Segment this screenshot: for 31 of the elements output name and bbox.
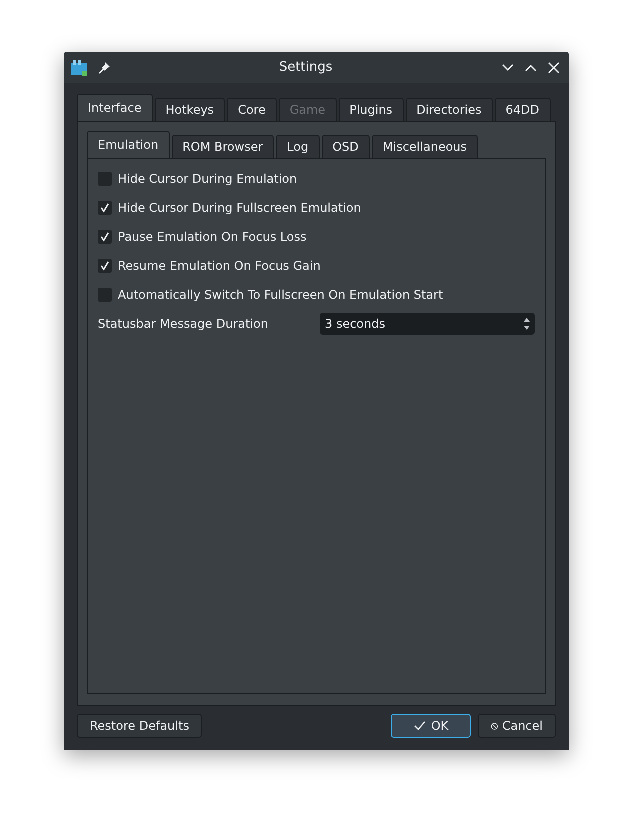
tab[interactable]: Core bbox=[227, 98, 277, 121]
window-title: Settings bbox=[278, 60, 334, 75]
checkbox-label: Pause Emulation On Focus Loss bbox=[118, 230, 307, 244]
app-icon bbox=[70, 58, 88, 76]
field-label: Statusbar Message Duration bbox=[98, 317, 270, 331]
ok-button[interactable]: OK bbox=[391, 714, 471, 738]
tab[interactable]: OSD bbox=[322, 135, 370, 158]
spin-box[interactable]: 3 seconds bbox=[320, 313, 535, 335]
tab[interactable]: 64DD bbox=[494, 98, 550, 121]
tab[interactable]: ROM Browser bbox=[172, 135, 274, 158]
restore-defaults-button[interactable]: Restore Defaults bbox=[77, 714, 202, 738]
checkbox-label: Resume Emulation On Focus Gain bbox=[118, 259, 321, 273]
tab[interactable]: Miscellaneous bbox=[372, 135, 478, 158]
tab[interactable]: Log bbox=[276, 135, 320, 158]
checkbox[interactable] bbox=[98, 259, 112, 273]
checkbox-label: Automatically Switch To Fullscreen On Emulation Start bbox=[118, 288, 444, 302]
checkbox-label: Hide Cursor During Fullscreen Emulation bbox=[118, 201, 362, 215]
checkbox[interactable] bbox=[98, 288, 112, 302]
tab[interactable]: Emulation bbox=[87, 131, 170, 158]
check-icon bbox=[413, 720, 428, 732]
cancel-button[interactable]: Cancel bbox=[478, 714, 556, 738]
tab[interactable]: Hotkeys bbox=[154, 98, 226, 121]
checkbox[interactable] bbox=[98, 230, 112, 244]
pin-icon[interactable] bbox=[97, 60, 111, 74]
tab[interactable]: Plugins bbox=[338, 98, 404, 121]
tab[interactable]: Directories bbox=[406, 98, 493, 121]
close-icon[interactable] bbox=[547, 60, 561, 74]
checkbox-label: Hide Cursor During Emulation bbox=[118, 172, 298, 186]
checkbox[interactable] bbox=[98, 172, 112, 186]
checkbox[interactable] bbox=[98, 201, 112, 215]
tab[interactable]: Interface bbox=[77, 94, 153, 121]
